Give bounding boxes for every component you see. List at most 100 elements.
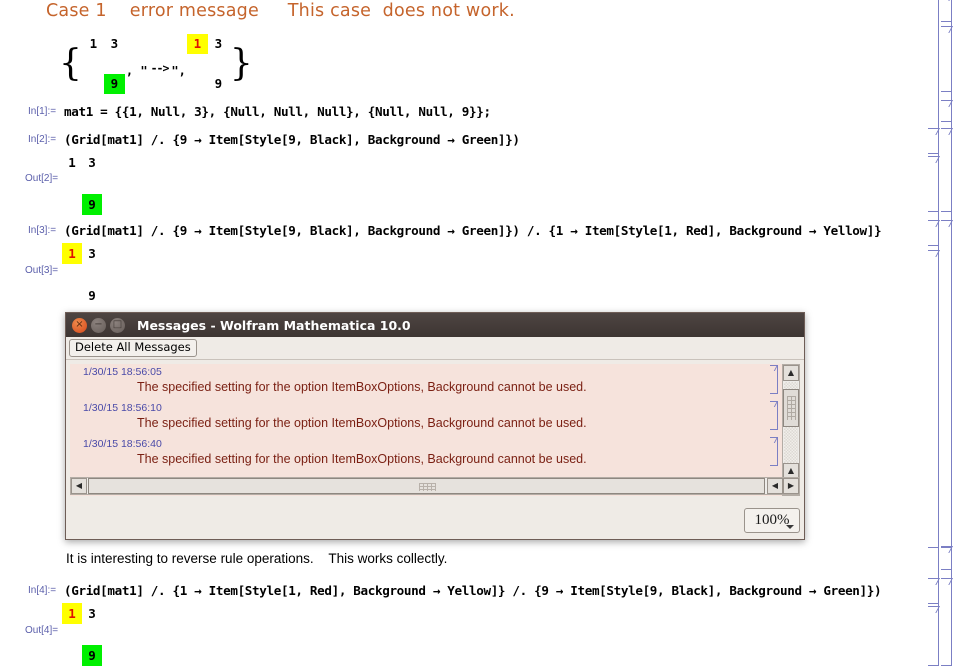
bracket-nub-icon: [941, 545, 953, 553]
message-timestamp: 1/30/15 18:56:10: [83, 402, 162, 414]
grid-cell: 1: [68, 155, 76, 170]
cell-bracket-out2[interactable]: [928, 155, 940, 212]
cell-bracket-group4[interactable]: [941, 577, 953, 666]
scrollbar-grip-icon: [418, 483, 436, 491]
message-row[interactable]: 1/30/15 18:56:40 The specified setting f…: [70, 436, 782, 472]
bracket-nub-icon: [928, 605, 940, 613]
out-label-4: Out[4]=: [25, 625, 59, 636]
cell-bracket-title[interactable]: [941, 0, 953, 22]
grid-cell-yellow: 1: [62, 603, 82, 624]
message-text: The specified setting for the option Ite…: [137, 416, 587, 430]
in-label-4: In[4]:=: [28, 585, 57, 596]
rule-arrow-glyph: -->: [150, 61, 170, 75]
messages-window[interactable]: × − □ Messages - Wolfram Mathematica 10.…: [65, 312, 805, 540]
grid-cell: [83, 54, 104, 74]
grid-cell: [187, 74, 208, 94]
minimize-icon[interactable]: −: [91, 317, 106, 333]
grid-cell: 1: [89, 36, 98, 51]
grid-cell: 3: [88, 246, 96, 261]
grid-cell: [104, 54, 125, 74]
close-brace: }: [229, 42, 253, 84]
message-text: The specified setting for the option Ite…: [137, 452, 587, 466]
scroll-right-icon[interactable]: ▶: [783, 478, 799, 494]
bracket-nub-icon: [941, 0, 953, 1]
input-code-1[interactable]: mat1 = {{1, Null, 3}, {Null, Null, Null}…: [64, 104, 491, 119]
grid-cell: 3: [110, 36, 119, 51]
maximize-icon[interactable]: □: [110, 317, 125, 333]
list-separator-2: ",: [171, 64, 186, 78]
out-label-2: Out[2]=: [25, 173, 59, 184]
input-code-3[interactable]: (Grid[mat1] /. {9 → Item[Style[9, Black]…: [64, 223, 882, 238]
close-icon[interactable]: ×: [72, 317, 87, 333]
grid-cell: [62, 194, 82, 215]
cell-bracket-out4[interactable]: [928, 605, 940, 666]
note-text-cell: It is interesting to reverse rule operat…: [66, 551, 448, 566]
cell-bracket-rule-display[interactable]: [941, 25, 953, 92]
scroll-left-small-icon[interactable]: ◀: [767, 478, 783, 494]
bracket-nub-icon: [928, 577, 940, 585]
grid-cell: [62, 624, 82, 645]
list-separator: , ": [125, 64, 148, 78]
grid-cell-yellow: 1: [62, 243, 82, 264]
bracket-nub-icon: [928, 219, 940, 227]
bracket-nub-icon: [928, 155, 940, 163]
grid-cell: [82, 264, 102, 285]
in-label-1: In[1]:=: [28, 106, 57, 117]
bracket-nub-icon: [941, 99, 953, 107]
scrollbar-grip-icon: [787, 396, 796, 420]
cell-bracket-group2[interactable]: [941, 127, 953, 212]
grid-cell: [208, 54, 229, 74]
message-row[interactable]: 1/30/15 18:56:05 The specified setting f…: [70, 364, 782, 400]
bracket-nub-icon: [769, 436, 779, 443]
output-grid-3: 1 3 9: [62, 243, 102, 306]
grid-cell-green: 9: [103, 74, 125, 94]
bracket-nub-icon: [941, 219, 953, 227]
message-timestamp: 1/30/15 18:56:40: [83, 438, 162, 450]
grid-cell: [62, 264, 82, 285]
output-grid-4: 1 3 9: [62, 603, 102, 666]
message-text: The specified setting for the option Ite…: [137, 380, 587, 394]
rule-display-output: { 1 3 9 , " --> ", 1 3 9}: [58, 34, 254, 94]
input-code-4[interactable]: (Grid[mat1] /. {1 → Item[Style[1, Red], …: [64, 583, 882, 598]
scroll-left-icon[interactable]: ◀: [71, 478, 87, 494]
grid-cell-yellow: 1: [186, 34, 208, 54]
zoom-level-dropdown[interactable]: 100%: [744, 508, 800, 533]
grid-cell: [62, 285, 82, 306]
bracket-nub-icon: [941, 577, 953, 585]
cell-bracket-in1[interactable]: [941, 99, 953, 122]
message-cell-bracket[interactable]: [769, 364, 779, 394]
open-brace: {: [59, 42, 82, 84]
horizontal-scrollbar[interactable]: ◀ ◀ ▶: [70, 477, 800, 495]
rule-grid-before: 1 3 9: [83, 34, 125, 94]
bracket-nub-icon: [928, 249, 940, 257]
bracket-nub-icon: [941, 25, 953, 33]
cell-bracket-out3[interactable]: [928, 249, 940, 548]
cell-bracket-group3[interactable]: [941, 219, 953, 548]
hscrollbar-thumb[interactable]: [88, 478, 765, 494]
cell-bracket-in2[interactable]: [928, 127, 940, 154]
rule-grid-after: 1 3 9: [186, 34, 229, 94]
message-cell-bracket[interactable]: [769, 400, 779, 430]
scroll-up-icon[interactable]: ▲: [783, 365, 799, 381]
cell-bracket-note[interactable]: [941, 545, 953, 570]
grid-cell: 9: [214, 76, 223, 91]
input-code-2[interactable]: (Grid[mat1] /. {9 → Item[Style[9, Black]…: [64, 132, 520, 147]
delete-all-messages-button[interactable]: Delete All Messages: [69, 338, 197, 358]
cell-bracket-in4[interactable]: [928, 577, 940, 604]
message-row[interactable]: 1/30/15 18:56:10 The specified setting f…: [70, 400, 782, 436]
bracket-nub-icon: [928, 127, 940, 135]
messages-toolbar: Delete All Messages: [66, 337, 804, 360]
scrollbar-thumb[interactable]: [783, 389, 799, 427]
grid-cell-green: 9: [82, 194, 102, 215]
grid-cell: 3: [88, 606, 96, 621]
window-titlebar[interactable]: × − □ Messages - Wolfram Mathematica 10.…: [66, 313, 804, 337]
grid-cell: [82, 624, 102, 645]
cell-bracket-column[interactable]: [920, 0, 956, 666]
grid-cell: [62, 645, 82, 666]
out-label-3: Out[3]=: [25, 265, 59, 276]
grid-cell: 3: [88, 155, 96, 170]
window-title: Messages - Wolfram Mathematica 10.0: [137, 317, 411, 333]
cell-bracket-in3[interactable]: [928, 219, 940, 246]
message-cell-bracket[interactable]: [769, 436, 779, 466]
notebook-canvas: Case 1 error message This case does not …: [0, 0, 956, 666]
